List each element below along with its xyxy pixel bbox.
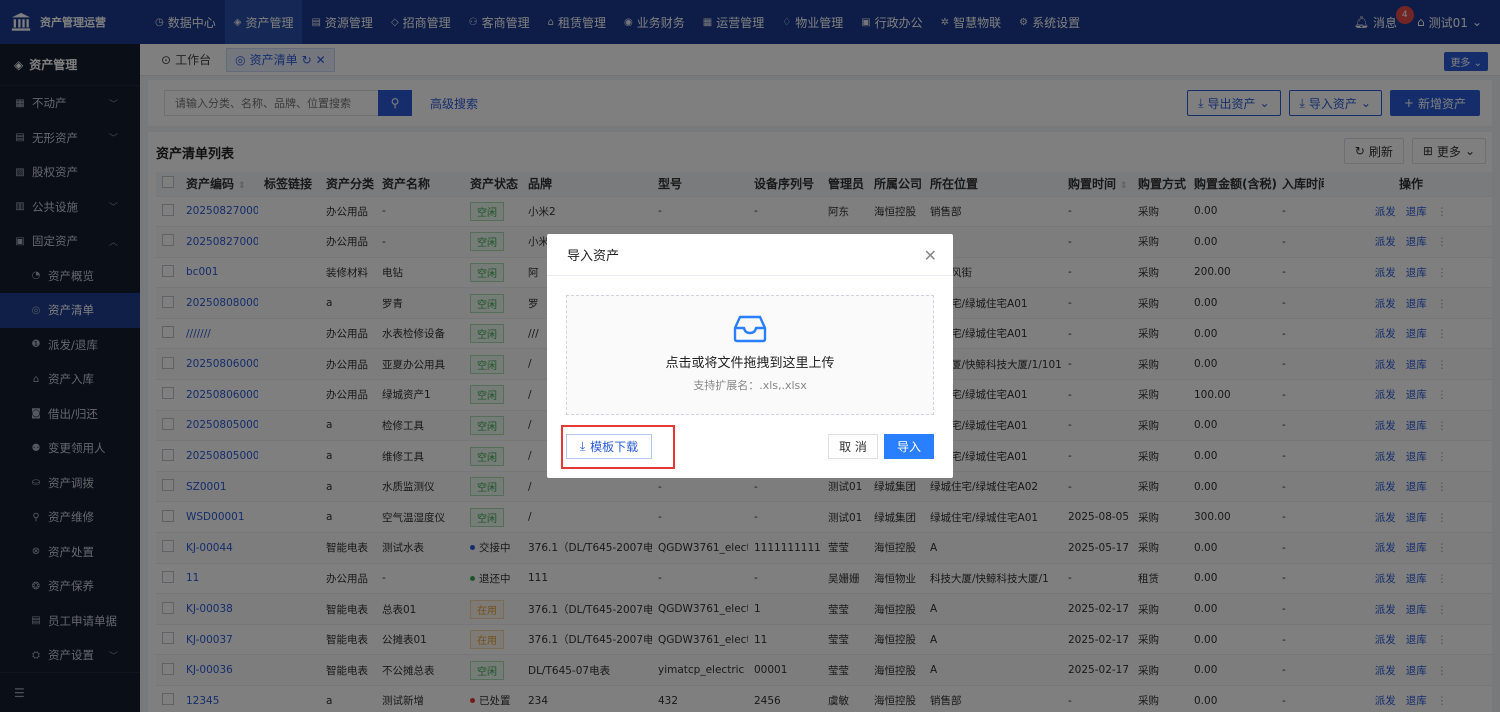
close-icon[interactable]: ✕ — [924, 246, 937, 265]
template-download-button[interactable]: ⤓ 模板下载 — [561, 425, 675, 469]
upload-hint: 支持扩展名：.xls,.xlsx — [693, 379, 807, 392]
highlight-box — [561, 425, 675, 469]
file-upload-dropzone[interactable]: 点击或将文件拖拽到这里上传 支持扩展名：.xls,.xlsx — [566, 295, 934, 415]
inbox-icon — [733, 315, 767, 343]
dialog-title: 导入资产 — [547, 234, 953, 276]
import-confirm-button[interactable]: 导入 — [884, 434, 934, 459]
upload-text: 点击或将文件拖拽到这里上传 — [665, 356, 835, 371]
import-dialog: 导入资产 ✕ 点击或将文件拖拽到这里上传 支持扩展名：.xls,.xlsx ⤓ … — [547, 234, 953, 478]
cancel-button[interactable]: 取 消 — [828, 434, 878, 459]
